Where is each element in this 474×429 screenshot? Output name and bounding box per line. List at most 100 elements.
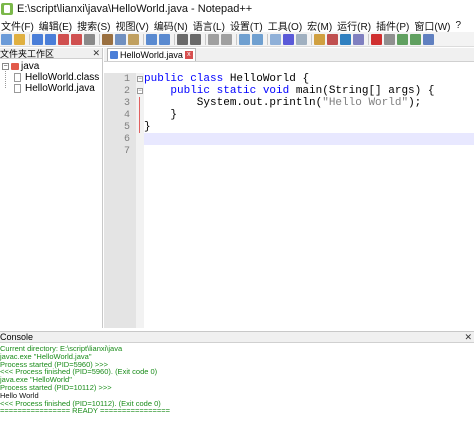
tab-close-icon[interactable]: x	[184, 51, 193, 59]
open-icon[interactable]	[14, 33, 25, 45]
code-line[interactable]: 2 − public static void main(String[] args…	[124, 85, 474, 97]
zoom-in-icon[interactable]	[208, 33, 219, 45]
toolbar-separator	[236, 33, 237, 45]
code-line[interactable]: 7	[124, 145, 474, 157]
menu-item[interactable]: 搜索(S)	[76, 18, 114, 33]
line-number: 1	[123, 73, 130, 85]
tree-file-item[interactable]: HelloWorld.class	[0, 72, 102, 83]
save-icon[interactable]	[32, 33, 43, 45]
console-line: ================ READY ================	[0, 406, 171, 416]
file-icon	[14, 73, 21, 82]
console-output[interactable]: Current directory: E:\script\lianxi\java…	[0, 343, 474, 415]
code-line[interactable]: 5}	[124, 121, 474, 133]
indent-guide-icon[interactable]	[296, 33, 307, 45]
zoom-out-icon[interactable]	[221, 33, 232, 45]
folder-icon	[11, 63, 19, 70]
menu-item[interactable]: 设置(T)	[229, 18, 267, 33]
toolbar-separator	[368, 33, 369, 45]
console-line: Process started (PID=10112) >>>	[0, 382, 112, 392]
collapse-icon[interactable]: −	[2, 63, 9, 70]
code-line-text: }	[144, 121, 151, 133]
toolbar-separator	[29, 33, 30, 45]
tab-helloworld-java[interactable]: HelloWorld.java x	[107, 48, 196, 61]
undo-icon[interactable]	[146, 33, 157, 45]
console-header: Console ✕	[0, 332, 474, 343]
fold-toggle-icon[interactable]: −	[137, 88, 143, 94]
sync-v-icon[interactable]	[239, 33, 250, 45]
notepad-plus-plus-icon	[1, 3, 13, 15]
menu-item[interactable]: 文件(F)	[0, 18, 38, 33]
folder-tree: − java HelloWorld.class HelloWorld.java	[0, 59, 102, 94]
close-icon[interactable]	[58, 33, 69, 45]
tree-folder-java[interactable]: − java	[0, 61, 102, 72]
folder-workspace-header: 文件夹工作区 ✕	[0, 48, 102, 59]
line-number: 6	[123, 133, 130, 145]
toolbar-separator	[174, 33, 175, 45]
toolbar-separator	[311, 33, 312, 45]
redo-icon[interactable]	[159, 33, 170, 45]
code-line-text: System.out.println("Hello World");	[144, 97, 422, 109]
save-macro-icon[interactable]	[423, 33, 434, 45]
all-chars-icon[interactable]	[283, 33, 294, 45]
code-line[interactable]: 6	[124, 133, 474, 145]
monitor-icon[interactable]	[353, 33, 364, 45]
wrap-icon[interactable]	[270, 33, 281, 45]
cut-icon[interactable]	[102, 33, 113, 45]
menu-item[interactable]: 视图(V)	[114, 18, 152, 33]
doc-map-icon[interactable]	[314, 33, 325, 45]
code-line[interactable]: 4 }	[124, 109, 474, 121]
code-text-area[interactable]: 1 − public class HelloWorld {2 − public sta…	[124, 73, 474, 328]
line-number: 3	[123, 97, 130, 109]
print-icon[interactable]	[84, 33, 95, 45]
folder-workspace-title: 文件夹工作区	[0, 48, 55, 59]
toolbar	[0, 32, 474, 47]
menu-item[interactable]: 运行(R)	[336, 18, 375, 33]
tree-file-label: HelloWorld.java	[25, 83, 95, 94]
fold-guide-line	[139, 121, 140, 133]
menu-item[interactable]: 语言(L)	[192, 18, 229, 33]
code-line[interactable]: 1 − public class HelloWorld {	[124, 73, 474, 85]
folder-workspace-icon[interactable]	[340, 33, 351, 45]
menu-item[interactable]: 编码(N)	[153, 18, 192, 33]
line-number: 2	[123, 85, 130, 97]
toolbar-separator	[143, 33, 144, 45]
tree-file-item[interactable]: HelloWorld.java	[0, 83, 102, 94]
close-icon[interactable]: ✕	[92, 48, 100, 58]
fold-toggle-icon[interactable]: −	[137, 76, 143, 82]
sync-h-icon[interactable]	[252, 33, 263, 45]
copy-icon[interactable]	[115, 33, 126, 45]
menu-item[interactable]: 工具(O)	[267, 18, 306, 33]
tab-label: HelloWorld.java	[120, 50, 183, 60]
line-number: 5	[123, 121, 130, 133]
toolbar-separator	[99, 33, 100, 45]
play-multi-icon[interactable]	[410, 33, 421, 45]
code-line-text: public static void main(String[] args) {	[170, 85, 435, 97]
menu-item[interactable]: ?	[455, 20, 466, 31]
menu-item[interactable]: 编辑(E)	[38, 18, 76, 33]
function-list-icon[interactable]	[327, 33, 338, 45]
paste-icon[interactable]	[128, 33, 139, 45]
new-icon[interactable]	[1, 33, 12, 45]
close-icon[interactable]: ✕	[464, 332, 472, 342]
stop-icon[interactable]	[384, 33, 395, 45]
save-all-icon[interactable]	[45, 33, 56, 45]
code-editor[interactable]: 1 − public class HelloWorld {2 − public sta…	[104, 73, 474, 328]
console-panel: Console ✕ Current directory: E:\script\l…	[0, 331, 474, 429]
find-icon[interactable]	[177, 33, 188, 45]
menu-item[interactable]: 插件(P)	[375, 18, 413, 33]
title-bar: E:\script\lianxi\java\HelloWorld.java - …	[0, 0, 474, 18]
code-line[interactable]: 3 System.out.println("Hello World");	[124, 97, 474, 109]
close-all-icon[interactable]	[71, 33, 82, 45]
fold-margin[interactable]	[136, 73, 144, 328]
replace-icon[interactable]	[190, 33, 201, 45]
line-number: 7	[123, 145, 130, 157]
saved-file-icon	[110, 51, 118, 59]
tree-file-label: HelloWorld.class	[25, 72, 100, 83]
play-icon[interactable]	[397, 33, 408, 45]
tree-folder-label: java	[21, 61, 40, 72]
line-number: 4	[123, 109, 130, 121]
menu-item[interactable]: 宏(M)	[306, 18, 336, 33]
toolbar-separator	[205, 33, 206, 45]
menu-item[interactable]: 窗口(W)	[413, 18, 454, 33]
record-icon[interactable]	[371, 33, 382, 45]
